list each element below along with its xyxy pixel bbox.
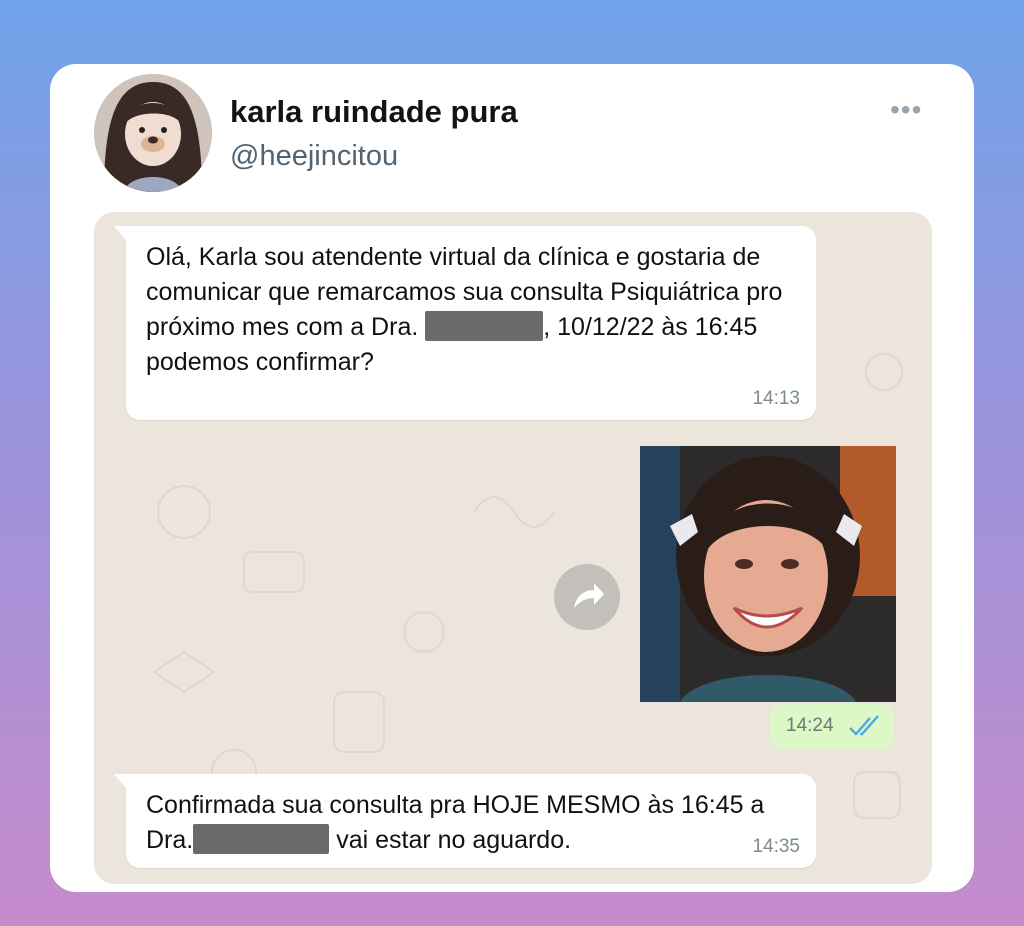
bubble-tail — [114, 774, 126, 788]
message-text: Olá, Karla sou atendente virtual da clín… — [146, 240, 796, 380]
double-check-read-icon — [849, 715, 879, 736]
forwarded-photo[interactable] — [640, 446, 896, 702]
message-text: Confirmada sua consulta pra HOJE MESMO à… — [146, 788, 796, 858]
message-time: 14:35 — [752, 836, 800, 857]
outgoing-status: 14:24 — [770, 704, 894, 750]
avatar-image — [94, 74, 212, 192]
user-handle[interactable]: @heejincitou — [230, 140, 398, 173]
chat-screenshot: Olá, Karla sou atendente virtual da clín… — [94, 212, 932, 884]
incoming-message[interactable]: Olá, Karla sou atendente virtual da clín… — [114, 226, 816, 420]
message-time: 14:13 — [752, 388, 800, 409]
more-options-icon[interactable]: ••• — [890, 94, 922, 126]
redacted-name — [193, 824, 330, 854]
bubble-tail — [114, 226, 126, 240]
avatar[interactable] — [94, 74, 212, 192]
message-text-part2: vai estar no aguardo. — [336, 826, 572, 854]
tweet-card: karla ruindade pura @heejincitou ••• Olá… — [50, 64, 974, 892]
forward-button[interactable] — [554, 564, 620, 630]
display-name[interactable]: karla ruindade pura — [230, 94, 518, 130]
photo-image — [640, 446, 896, 702]
incoming-message[interactable]: Confirmada sua consulta pra HOJE MESMO à… — [114, 774, 816, 868]
forward-arrow-icon — [574, 583, 604, 608]
message-time: 14:24 — [786, 715, 834, 736]
redacted-name — [425, 311, 544, 341]
